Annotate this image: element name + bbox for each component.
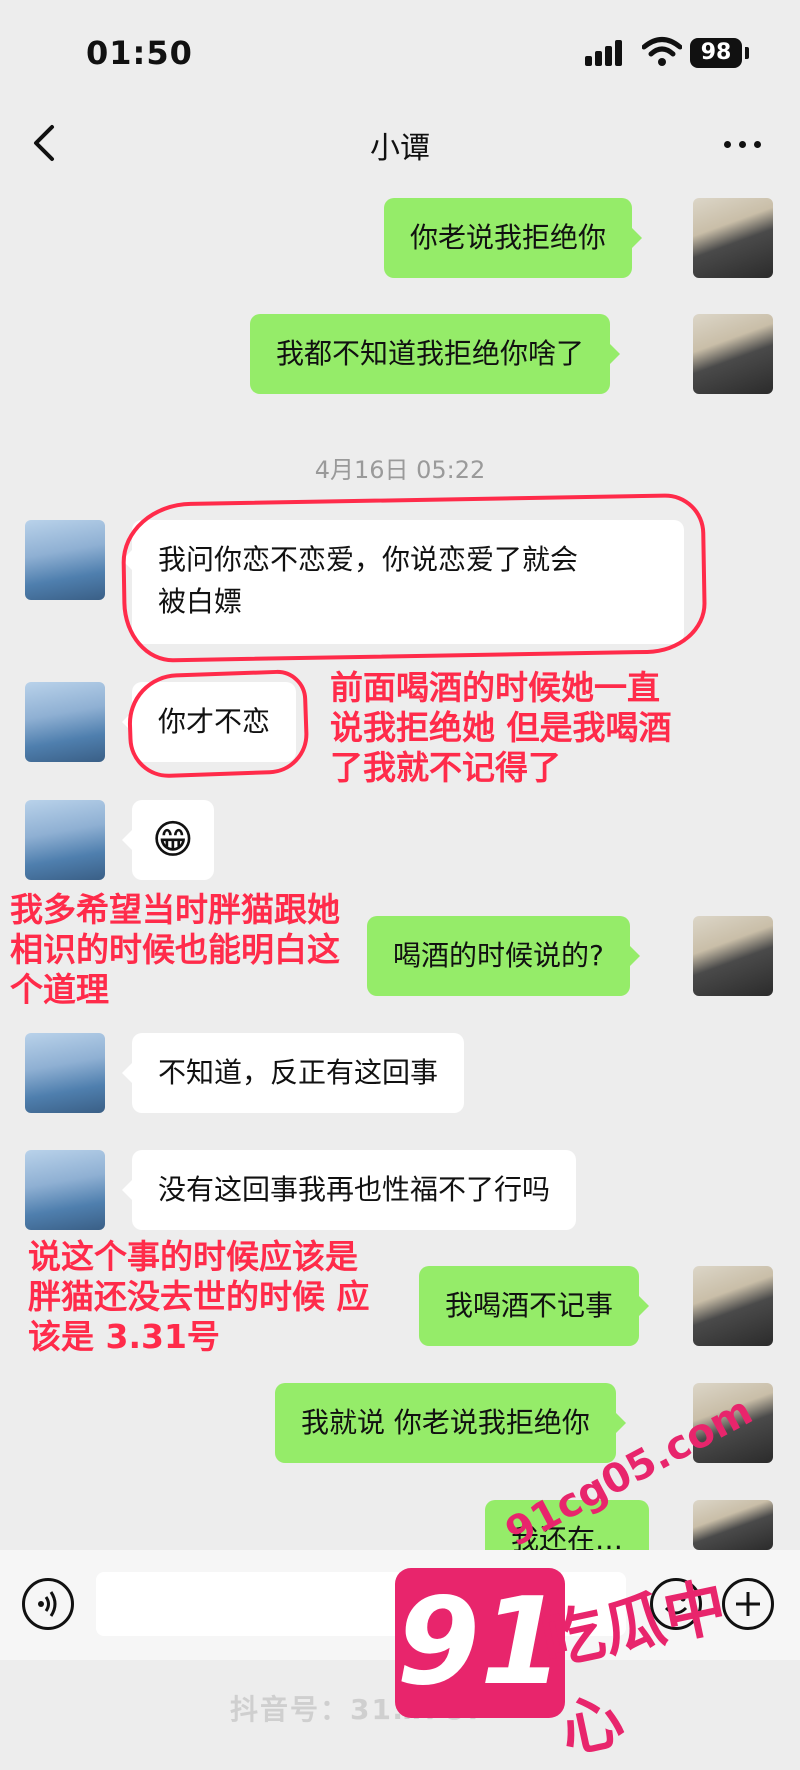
avatar-contact[interactable] bbox=[25, 1150, 105, 1230]
message-bubble-outgoing[interactable]: 我都不知道我拒绝你啥了 bbox=[250, 314, 621, 394]
status-bar: 01:50 98 bbox=[0, 0, 800, 100]
red-annotation-circle bbox=[126, 668, 310, 780]
annotation-date-note: 说这个事的时候应该是 胖猫还没去世的时候 应 该是 3.31号 bbox=[28, 1237, 370, 1356]
avatar-contact[interactable] bbox=[25, 682, 105, 762]
message-bubble-incoming[interactable]: 不知道，反正有这回事 bbox=[121, 1033, 465, 1113]
status-time: 01:50 bbox=[86, 34, 193, 72]
message-bubble-outgoing[interactable]: 我就说 你老说我拒绝你 bbox=[275, 1383, 626, 1463]
grinning-emoji: 😁 bbox=[152, 817, 194, 863]
battery-indicator: 98 bbox=[690, 38, 742, 68]
site-logo-badge: 91 bbox=[395, 1568, 565, 1718]
avatar-contact[interactable] bbox=[25, 1033, 105, 1113]
battery-tip bbox=[745, 47, 749, 59]
red-annotation-circle bbox=[120, 492, 708, 664]
avatar-contact[interactable] bbox=[25, 800, 105, 880]
chat-title: 小谭 bbox=[370, 131, 430, 166]
avatar-contact[interactable] bbox=[25, 520, 105, 600]
avatar-self[interactable] bbox=[693, 1500, 773, 1550]
avatar-self[interactable] bbox=[693, 916, 773, 996]
message-text: 我都不知道我拒绝你啥了 bbox=[276, 337, 585, 370]
message-text: 我就说 你老说我拒绝你 bbox=[301, 1406, 590, 1439]
annotation-wish-note: 我多希望当时胖猫跟她 相识的时候也能明白这 个道理 bbox=[10, 890, 340, 1009]
avatar-self[interactable] bbox=[693, 198, 773, 278]
message-bubble-outgoing[interactable]: 你老说我拒绝你 bbox=[384, 198, 643, 278]
more-options-icon[interactable] bbox=[724, 141, 764, 151]
chat-timestamp: 4月16日 05:22 bbox=[314, 456, 486, 484]
message-text: 你老说我拒绝你 bbox=[410, 221, 607, 254]
message-bubble-incoming[interactable]: 😁 bbox=[122, 800, 214, 880]
avatar-self[interactable] bbox=[693, 1266, 773, 1346]
cellular-signal-icon bbox=[585, 40, 627, 66]
message-bubble-outgoing[interactable]: 我喝酒不记事 bbox=[419, 1266, 650, 1346]
annotation-drinking-note: 前面喝酒的时候她一直 说我拒绝她 但是我喝酒 了我就不记得了 bbox=[330, 668, 672, 787]
voice-input-icon[interactable] bbox=[22, 1578, 74, 1630]
avatar-self[interactable] bbox=[693, 314, 773, 394]
message-text: 没有这回事我再也性福不了行吗 bbox=[158, 1173, 551, 1206]
message-bubble-incoming[interactable]: 没有这回事我再也性福不了行吗 bbox=[121, 1150, 577, 1230]
message-text: 我喝酒不记事 bbox=[445, 1289, 614, 1322]
chat-header: 小谭 bbox=[0, 105, 800, 180]
message-text: 喝酒的时候说的? bbox=[393, 939, 604, 972]
wifi-icon bbox=[642, 37, 682, 66]
message-text: 不知道，反正有这回事 bbox=[158, 1056, 439, 1089]
